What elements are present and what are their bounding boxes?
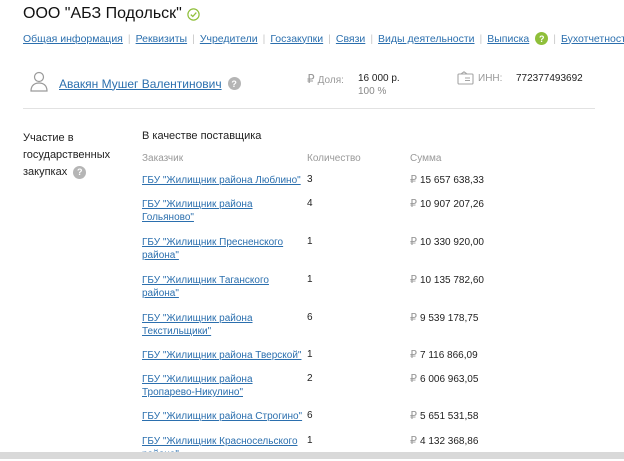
inn-value: 772377493692 [516, 73, 583, 84]
ruble-icon: ₽ [410, 198, 417, 210]
extract-help-icon[interactable]: ? [535, 32, 549, 45]
customer-link[interactable]: ГБУ "Жилищник Пресненского района" [142, 236, 307, 262]
nav-accounting[interactable]: Бухотчетность [561, 33, 624, 45]
ruble-icon: ₽ [410, 236, 417, 248]
sum-value: 7 116 866,09 [420, 350, 478, 361]
customer-link[interactable]: ГБУ "Жилищник района Люблино" [142, 174, 307, 187]
sum-value: 15 657 638,33 [420, 175, 484, 186]
procurement-help-icon[interactable]: ? [73, 166, 87, 179]
nav-separator: | [192, 32, 195, 45]
ruble-icon: ₽ [410, 435, 417, 447]
share-value: 16 000 р. 100 % [358, 72, 400, 98]
ruble-icon: ₽ [410, 274, 417, 286]
sum-value: 10 330 920,00 [420, 237, 484, 248]
sum-value: 5 651 531,58 [420, 411, 479, 422]
sum-cell: ₽7 116 866,09 [410, 348, 478, 361]
nav-general-info[interactable]: Общая информация [23, 33, 123, 45]
quantity-cell: 3 [307, 174, 313, 185]
verified-check-icon [187, 7, 200, 21]
company-nav: Общая информация | Реквизиты | Учредители |… [23, 32, 624, 45]
quantity-cell: 1 [307, 435, 313, 446]
id-card-icon [457, 71, 474, 90]
share-amount: 16 000 р. [358, 73, 400, 84]
procurement-subtitle: В качестве поставщика [142, 130, 262, 142]
customer-link[interactable]: ГБУ "Жилищник района Гольяново" [142, 198, 307, 224]
nav-separator: | [127, 32, 131, 45]
nav-separator: | [328, 32, 331, 45]
quantity-cell: 2 [307, 373, 313, 384]
nav-separator: | [479, 32, 483, 45]
ruble-icon: ₽ [410, 373, 417, 385]
person-icon [29, 70, 49, 97]
nav-connections[interactable]: Связи [336, 33, 365, 45]
sum-cell: ₽6 006 963,05 [410, 372, 478, 385]
customer-link[interactable]: ГБУ "Жилищник района Строгино" [142, 410, 307, 423]
quantity-cell: 6 [307, 410, 313, 421]
ruble-icon: ₽ [410, 174, 417, 186]
company-title: ООО "АБЗ Подольск" [23, 5, 200, 23]
customer-link[interactable]: ГБУ "Жилищник Таганского района" [142, 274, 307, 300]
column-header-quantity: Количество [307, 153, 361, 164]
quantity-cell: 1 [307, 274, 313, 285]
sum-cell: ₽10 907 207,26 [410, 197, 484, 210]
ruble-icon: ₽ [410, 312, 417, 324]
sum-value: 10 135 782,60 [420, 275, 484, 286]
nav-separator: | [262, 32, 266, 45]
nav-activities[interactable]: Виды деятельности [378, 33, 474, 45]
company-name: ООО "АБЗ Подольск" [23, 5, 182, 22]
ruble-icon: ₽ [410, 410, 417, 422]
sum-cell: ₽4 132 368,86 [410, 434, 478, 447]
nav-separator: | [553, 32, 556, 45]
sum-cell: ₽5 651 531,58 [410, 409, 478, 422]
sum-value: 10 907 207,26 [420, 199, 484, 210]
quantity-cell: 1 [307, 349, 313, 360]
nav-separator: | [370, 32, 374, 45]
customer-link[interactable]: ГБУ "Жилищник района Текстильщики" [142, 312, 307, 338]
share-label: ₽ Доля: [307, 72, 344, 86]
sum-value: 4 132 368,86 [420, 436, 479, 447]
nav-extract[interactable]: Выписка [487, 33, 529, 45]
customer-link[interactable]: ГБУ "Жилищник района Тверской" [142, 349, 307, 362]
customer-link[interactable]: ГБУ "Жилищник района Тропарево-Никулино" [142, 373, 307, 399]
horizontal-scrollbar[interactable] [0, 452, 624, 459]
nav-procurement[interactable]: Госзакупки [270, 33, 323, 45]
nav-founders[interactable]: Учредители [200, 33, 258, 45]
ruble-icon: ₽ [410, 349, 417, 361]
sum-value: 6 006 963,05 [420, 374, 479, 385]
section-divider [23, 108, 595, 109]
quantity-cell: 1 [307, 236, 313, 247]
owner-row: Авакян Мушег Валентинович ? [29, 70, 241, 97]
quantity-cell: 6 [307, 312, 313, 323]
owner-help-icon[interactable]: ? [227, 77, 241, 90]
sum-cell: ₽10 330 920,00 [410, 235, 484, 248]
column-header-customer: Заказчик [142, 153, 184, 164]
owner-name-link[interactable]: Авакян Мушег Валентинович [59, 77, 222, 91]
sum-value: 9 539 178,75 [420, 313, 479, 324]
sum-cell: ₽10 135 782,60 [410, 273, 484, 286]
sum-cell: ₽15 657 638,33 [410, 173, 484, 186]
procurement-section-label: Участие в государственных закупках ? [23, 132, 111, 179]
nav-requisites[interactable]: Реквизиты [136, 33, 187, 45]
column-header-sum: Сумма [410, 153, 442, 164]
ruble-icon: ₽ [307, 72, 315, 86]
quantity-cell: 4 [307, 198, 313, 209]
sum-cell: ₽9 539 178,75 [410, 311, 478, 324]
inn-label: ИНН: [478, 73, 503, 84]
share-percent: 100 % [358, 86, 387, 97]
